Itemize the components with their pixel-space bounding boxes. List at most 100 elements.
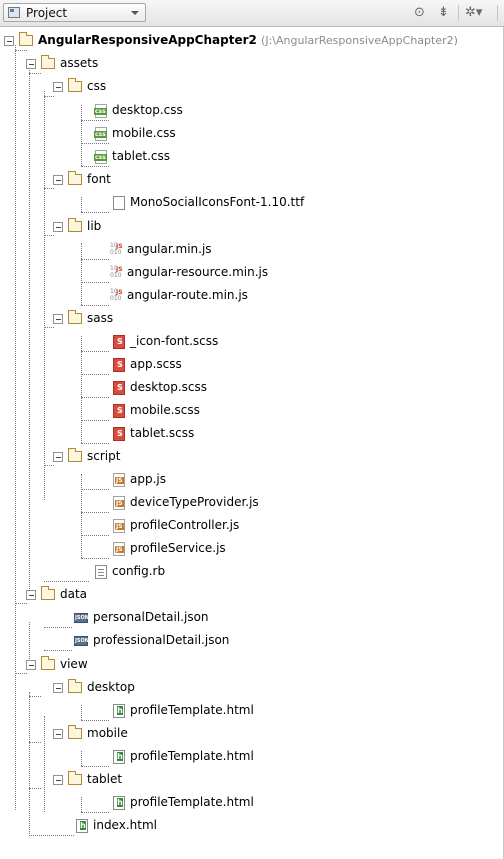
ruby-file-icon xyxy=(95,565,107,579)
file-label: _icon-font.scss xyxy=(130,334,219,348)
js-file-icon xyxy=(113,473,125,487)
html-file-icon xyxy=(113,796,125,810)
scss-file-icon xyxy=(113,335,125,349)
file-label: profileTemplate.html xyxy=(130,749,254,763)
collapse-all-icon[interactable]: ⇟ xyxy=(438,6,449,20)
project-view-selector[interactable]: Project xyxy=(3,3,146,22)
folder-icon xyxy=(68,771,82,785)
tree-row-file[interactable]: profileTemplate.html xyxy=(0,793,504,816)
folder-icon xyxy=(41,55,55,69)
settings-icon[interactable]: ✲▾ xyxy=(465,6,482,20)
tree-row-mobile[interactable]: mobile xyxy=(0,724,504,747)
tree-row-file[interactable]: deviceTypeProvider.js xyxy=(0,493,504,516)
file-label: profileTemplate.html xyxy=(130,703,254,717)
js-file-icon xyxy=(113,519,125,533)
target-icon[interactable]: ⊙ xyxy=(414,6,425,20)
file-label: profileTemplate.html xyxy=(130,795,254,809)
folder-icon xyxy=(19,32,33,46)
tree-row-file[interactable]: desktop.css xyxy=(0,101,504,124)
js-file-icon xyxy=(113,496,125,510)
tree-row-view[interactable]: view xyxy=(0,655,504,678)
folder-label: lib xyxy=(87,219,102,233)
project-view-label: Project xyxy=(26,6,68,20)
tree-row-file[interactable]: _icon-font.scss xyxy=(0,332,504,355)
js-library-file-icon: JS xyxy=(110,242,124,257)
tree-row-file[interactable]: JS angular-route.min.js xyxy=(0,286,504,309)
tree-row-sass[interactable]: sass xyxy=(0,309,504,332)
file-label: tablet.css xyxy=(112,149,171,163)
tree-row-file[interactable]: profileTemplate.html xyxy=(0,747,504,770)
file-label: angular-route.min.js xyxy=(127,288,248,302)
tree-row-lib[interactable]: lib xyxy=(0,217,504,240)
json-file-icon xyxy=(74,636,89,646)
file-label: desktop.scss xyxy=(130,380,208,394)
folder-label: css xyxy=(87,79,107,93)
folder-label: tablet xyxy=(87,772,123,786)
tree-row-root[interactable]: AngularResponsiveAppChapter2 (J:\Angular… xyxy=(0,31,504,54)
file-label: config.rb xyxy=(112,564,166,578)
folder-icon xyxy=(68,725,82,739)
tree-row-file[interactable]: index.html xyxy=(0,816,504,839)
collapse-toggle-icon[interactable] xyxy=(26,660,36,670)
font-file-icon xyxy=(113,196,125,210)
folder-label: sass xyxy=(87,311,114,325)
collapse-toggle-icon[interactable] xyxy=(53,314,63,324)
html-file-icon xyxy=(76,819,88,833)
tree-row-file[interactable]: profileService.js xyxy=(0,539,504,562)
tree-row-file[interactable]: personalDetail.json xyxy=(0,608,504,631)
collapse-toggle-icon[interactable] xyxy=(53,452,63,462)
tree-row-file[interactable]: mobile.scss xyxy=(0,401,504,424)
folder-icon xyxy=(68,679,82,693)
tree-row-file[interactable]: app.scss xyxy=(0,355,504,378)
tree-row-file[interactable]: professionalDetail.json xyxy=(0,631,504,654)
html-file-icon xyxy=(113,704,125,718)
file-label: angular.min.js xyxy=(127,242,212,256)
tree-row-file[interactable]: JS angular-resource.min.js xyxy=(0,263,504,286)
file-label: professionalDetail.json xyxy=(93,633,230,647)
tree-row-file[interactable]: MonoSocialIconsFont-1.10.ttf xyxy=(0,193,504,216)
js-file-icon xyxy=(113,542,125,556)
collapse-toggle-icon[interactable] xyxy=(53,82,63,92)
folder-icon xyxy=(68,171,82,185)
tree-row-file[interactable]: tablet.scss xyxy=(0,424,504,447)
folder-icon xyxy=(68,310,82,324)
collapse-toggle-icon[interactable] xyxy=(26,590,36,600)
file-label: tablet.scss xyxy=(130,426,195,440)
file-label: app.scss xyxy=(130,357,182,371)
tree-row-file[interactable]: JS angular.min.js xyxy=(0,240,504,263)
scss-file-icon xyxy=(113,381,125,395)
folder-icon xyxy=(41,656,55,670)
file-label: index.html xyxy=(93,818,157,832)
tree-row-data[interactable]: data xyxy=(0,585,504,608)
tree-row-file[interactable]: profileTemplate.html xyxy=(0,701,504,724)
collapse-toggle-icon[interactable] xyxy=(53,729,63,739)
tree-row-assets[interactable]: assets xyxy=(0,54,504,77)
tree-row-file[interactable]: app.js xyxy=(0,470,504,493)
file-label: personalDetail.json xyxy=(93,610,209,624)
tree-row-font[interactable]: font xyxy=(0,170,504,193)
collapse-toggle-icon[interactable] xyxy=(4,36,14,46)
tree-row-css[interactable]: css xyxy=(0,77,504,100)
json-file-icon xyxy=(74,613,89,623)
tree-row-file[interactable]: config.rb xyxy=(0,562,504,585)
tree-row-tablet[interactable]: tablet xyxy=(0,770,504,793)
scss-file-icon xyxy=(113,358,125,372)
toolbar-separator xyxy=(497,5,498,21)
collapse-toggle-icon[interactable] xyxy=(53,222,63,232)
css-file-icon xyxy=(94,150,107,164)
tree-row-desktop[interactable]: desktop xyxy=(0,678,504,701)
collapse-toggle-icon[interactable] xyxy=(53,175,63,185)
tree-row-file[interactable]: tablet.css xyxy=(0,147,504,170)
collapse-toggle-icon[interactable] xyxy=(53,775,63,785)
collapse-toggle-icon[interactable] xyxy=(53,683,63,693)
scss-file-icon xyxy=(113,427,125,441)
tree-row-file[interactable]: mobile.css xyxy=(0,124,504,147)
css-file-icon xyxy=(94,104,107,118)
project-tree: AngularResponsiveAppChapter2 (J:\Angular… xyxy=(0,27,504,859)
file-label: MonoSocialIconsFont-1.10.ttf xyxy=(130,195,305,209)
collapse-toggle-icon[interactable] xyxy=(26,59,36,69)
tree-row-file[interactable]: desktop.scss xyxy=(0,378,504,401)
tree-row-script[interactable]: script xyxy=(0,447,504,470)
tree-row-file[interactable]: profileController.js xyxy=(0,516,504,539)
project-toolbar: Project ⊙ ⇟ ✲▾ xyxy=(0,0,504,27)
